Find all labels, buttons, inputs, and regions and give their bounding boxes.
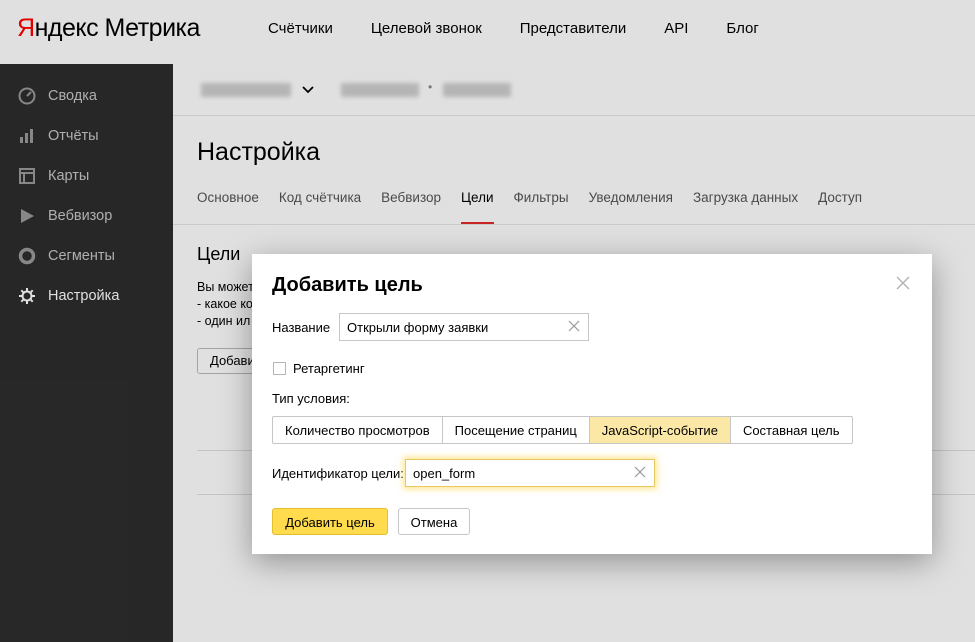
close-icon[interactable] — [892, 272, 914, 294]
add-goal-button[interactable]: Добавить цель — [272, 508, 388, 535]
cancel-button[interactable]: Отмена — [398, 508, 470, 535]
condition-type-label: Тип условия: — [272, 391, 350, 406]
dialog-title: Добавить цель — [272, 274, 423, 296]
condition-type-selector: Количество просмотров Посещение страниц … — [272, 416, 853, 444]
goal-name-label: Название — [272, 320, 331, 335]
goal-id-input[interactable]: open_form — [405, 459, 655, 487]
goal-id-value: open_form — [413, 466, 476, 481]
retargeting-label[interactable]: Ретаргетинг — [293, 361, 365, 376]
clear-icon[interactable] — [568, 320, 580, 332]
condition-pageviews-button[interactable]: Количество просмотров — [273, 417, 443, 443]
retargeting-checkbox[interactable] — [273, 362, 286, 375]
add-goal-dialog: Добавить цель Название Открыли форму зая… — [252, 254, 932, 554]
goal-name-value: Открыли форму заявки — [347, 320, 489, 335]
goal-name-input[interactable]: Открыли форму заявки — [339, 313, 589, 341]
condition-javascript-event-button[interactable]: JavaScript-событие — [589, 417, 731, 443]
clear-icon[interactable] — [634, 466, 646, 478]
goal-id-label: Идентификатор цели: — [272, 466, 404, 481]
condition-page-visit-button[interactable]: Посещение страниц — [443, 417, 590, 443]
condition-composite-goal-button[interactable]: Составная цель — [731, 417, 852, 443]
